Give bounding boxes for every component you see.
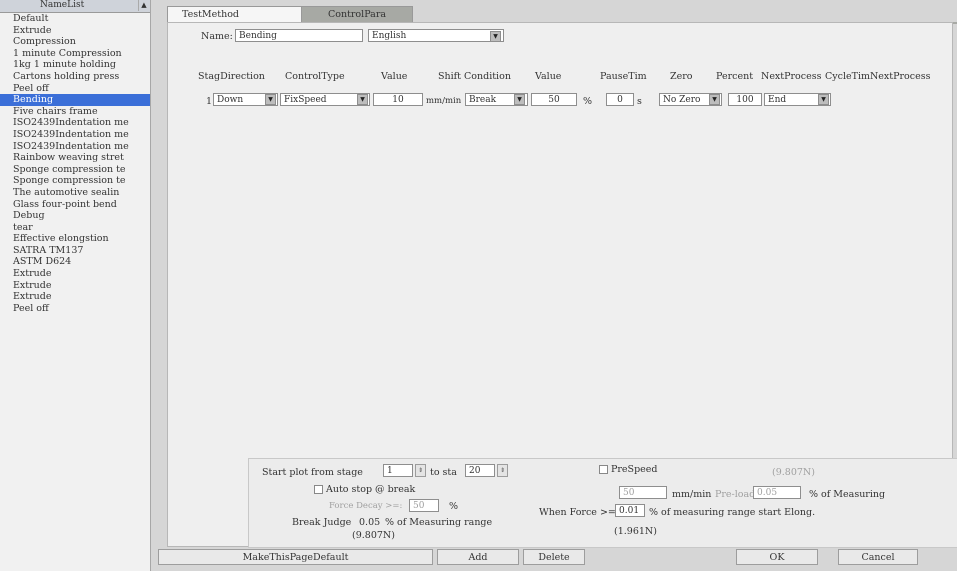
list-item[interactable]: SATRA TM137 [0, 245, 150, 257]
list-item[interactable]: 1 minute Compression [0, 48, 150, 60]
list-item[interactable]: Sponge compression te [0, 175, 150, 187]
list-item[interactable]: Five chairs frame [0, 106, 150, 118]
break-judge-label: Break Judge [292, 517, 352, 528]
list-item[interactable]: Extrude [0, 268, 150, 280]
stage-index: 1 [206, 96, 213, 107]
main-area: TestMethod ControlPara Name: Bending Eng… [151, 0, 957, 571]
to-stage-label: to sta [430, 467, 457, 478]
list-item[interactable]: Extrude [0, 25, 150, 37]
start-plot-label: Start plot from stage [262, 467, 363, 478]
prespeed-checkbox[interactable] [599, 465, 608, 474]
col-pause-tim: PauseTim [600, 71, 647, 82]
list-item[interactable]: ASTM D624 [0, 256, 150, 268]
auto-stop-label: Auto stop @ break [326, 484, 416, 495]
shift-value-unit: % [583, 96, 593, 107]
chevron-down-icon[interactable]: ▼ [709, 94, 720, 105]
list-item[interactable]: Cartons holding press [0, 71, 150, 83]
language-select[interactable]: English [368, 29, 504, 42]
make-default-button[interactable]: MakeThisPageDefault [158, 549, 433, 565]
list-item[interactable]: tear [0, 222, 150, 234]
prespeed-force-note: (9.807N) [772, 467, 815, 478]
list-item[interactable]: Extrude [0, 291, 150, 303]
name-list-header-label: NameList [40, 0, 85, 10]
col-stag-direction: StagDirection [198, 71, 265, 82]
list-item[interactable]: Peel off [0, 83, 150, 95]
speed-value-input[interactable]: 10 [373, 93, 423, 106]
force-decay-input[interactable]: 50 [409, 499, 439, 512]
prespeed-label: PreSpeed [611, 464, 658, 475]
when-force-note: (1.961N) [614, 526, 657, 537]
when-force-input[interactable]: 0.01 [615, 504, 645, 517]
speed-unit: mm/min [426, 96, 462, 106]
list-item[interactable]: Default [0, 13, 150, 25]
col-control-type: ControlType [285, 71, 345, 82]
list-item[interactable]: Extrude [0, 280, 150, 292]
name-input[interactable]: Bending [235, 29, 363, 42]
col-shift-condition: Shift Condition [438, 71, 511, 82]
pause-unit: s [637, 96, 642, 107]
preload-label: Pre-load [715, 489, 756, 500]
name-list-header: NameList ▲ [0, 0, 150, 13]
force-decay-label: Force Decay >=: [329, 501, 403, 511]
name-list: Default Extrude Compression 1 minute Compre… [0, 13, 150, 314]
pause-input[interactable]: 0 [606, 93, 634, 106]
percent-input[interactable]: 100 [728, 93, 762, 106]
force-decay-unit: % [449, 501, 459, 512]
stepper-icon[interactable]: ⇕ [497, 464, 508, 477]
add-button[interactable]: Add [437, 549, 519, 565]
when-force-label: When Force >= [539, 507, 616, 518]
col-value: Value [381, 71, 408, 82]
when-force-unit: % of measuring range start Elong. [649, 507, 816, 518]
list-item[interactable]: Effective elongstion [0, 233, 150, 245]
break-judge-force: (9.807N) [352, 530, 395, 541]
sort-arrow-icon[interactable]: ▲ [138, 0, 149, 11]
col-value-2: Value [535, 71, 562, 82]
cancel-button[interactable]: Cancel [838, 549, 918, 565]
list-item[interactable]: ISO2439Indentation me [0, 141, 150, 153]
tab-test-method[interactable]: TestMethod [167, 6, 313, 22]
name-label: Name: [201, 31, 233, 42]
ok-button[interactable]: OK [736, 549, 818, 565]
plot-settings-area: Start plot from stage 1 ⇕ to sta 20 ⇕ Au… [248, 458, 957, 548]
prespeed-speed-unit: mm/min [672, 489, 712, 500]
chevron-down-icon[interactable]: ▼ [818, 94, 829, 105]
col-percent: Percent [716, 71, 754, 82]
col-cycle-tim: CycleTimNextProcess [825, 71, 931, 82]
preload-unit: % of Measuring [809, 489, 886, 500]
shift-value-input[interactable]: 50 [531, 93, 577, 106]
prespeed-speed-input[interactable]: 50 [619, 486, 667, 499]
chevron-down-icon[interactable]: ▼ [490, 31, 501, 42]
list-item[interactable]: Bending [0, 94, 150, 106]
list-item[interactable]: Sponge compression te [0, 164, 150, 176]
list-item[interactable]: Peel off [0, 303, 150, 315]
end-stage-input[interactable]: 20 [465, 464, 495, 477]
list-item[interactable]: ISO2439Indentation me [0, 129, 150, 141]
chevron-down-icon[interactable]: ▼ [514, 94, 525, 105]
delete-button[interactable]: Delete [523, 549, 585, 565]
chevron-down-icon[interactable]: ▼ [265, 94, 276, 105]
col-next-process: NextProcess [761, 71, 822, 82]
preload-input[interactable]: 0.05 [753, 486, 801, 499]
list-item[interactable]: Rainbow weaving stret [0, 152, 150, 164]
list-item[interactable]: Compression [0, 36, 150, 48]
start-stage-input[interactable]: 1 [383, 464, 413, 477]
col-zero: Zero [670, 71, 693, 82]
list-item[interactable]: The automotive sealin [0, 187, 150, 199]
list-item[interactable]: 1kg 1 minute holding [0, 59, 150, 71]
name-list-panel: NameList ▲ Default Extrude Compression 1 mi… [0, 0, 151, 571]
chevron-down-icon[interactable]: ▼ [357, 94, 368, 105]
tab-control-para[interactable]: ControlPara [301, 6, 413, 23]
stepper-icon[interactable]: ⇕ [415, 464, 426, 477]
break-judge-unit: % of Measuring range [385, 517, 493, 528]
list-item[interactable]: ISO2439Indentation me [0, 117, 150, 129]
list-item[interactable]: Debug [0, 210, 150, 222]
list-item[interactable]: Glass four-point bend [0, 199, 150, 211]
break-judge-value[interactable]: 0.05 [359, 517, 380, 528]
auto-stop-checkbox[interactable] [314, 485, 323, 494]
